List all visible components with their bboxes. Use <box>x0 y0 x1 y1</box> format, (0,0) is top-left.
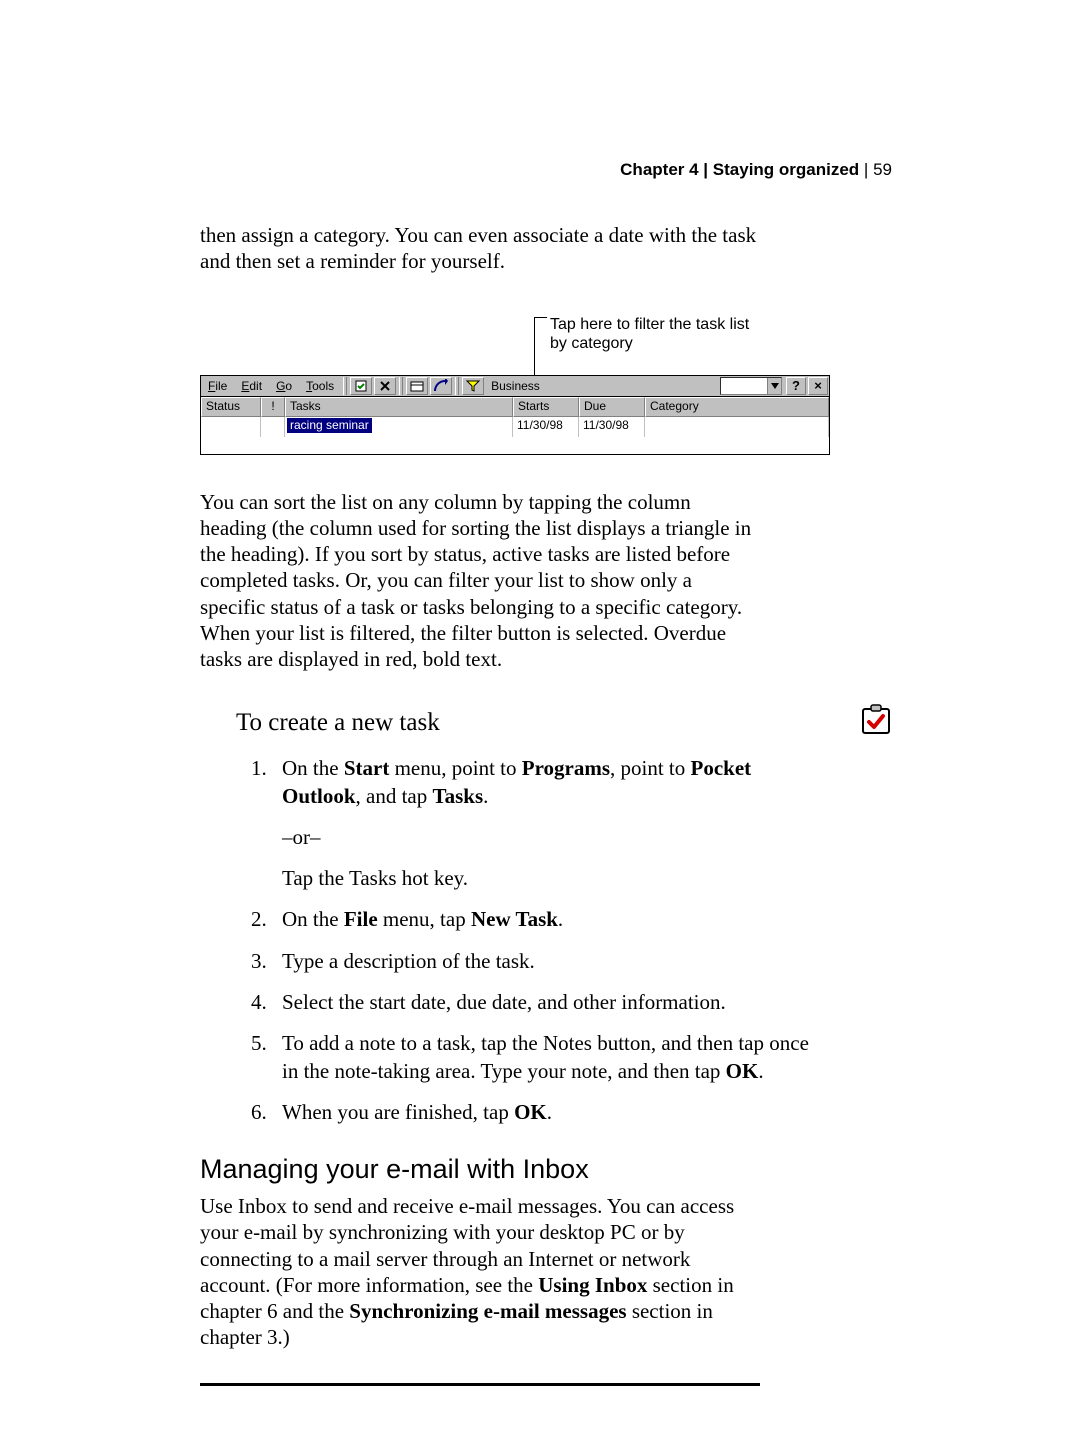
col-tasks[interactable]: Tasks <box>285 397 513 417</box>
toolbar-separator <box>399 377 403 395</box>
help-button[interactable]: ? <box>786 377 806 395</box>
callout-leader-line <box>534 317 547 382</box>
col-starts[interactable]: Starts <box>513 397 579 417</box>
toolbar-spacer <box>546 376 717 396</box>
step-2: On the File menu, tap New Task. <box>272 906 827 933</box>
procedure-steps: On the Start menu, point to Programs, po… <box>200 755 827 1126</box>
step-4: Select the start date, due date, and oth… <box>272 989 827 1016</box>
step-1-alt: Tap the Tasks hot key. <box>282 865 827 892</box>
procedure-heading-row: To create a new task <box>200 704 892 741</box>
step-3: Type a description of the task. <box>272 948 827 975</box>
section-heading-inbox: Managing your e-mail with Inbox <box>200 1154 892 1185</box>
page: Chapter 4 | Staying organized | 59 then … <box>0 0 1080 1436</box>
category-dropdown[interactable] <box>720 377 782 395</box>
toolbar-separator <box>455 377 459 395</box>
inbox-paragraph: Use Inbox to send and receive e-mail mes… <box>200 1193 760 1351</box>
selected-task-text: racing seminar <box>287 418 372 433</box>
cell-task: racing seminar <box>285 417 513 437</box>
col-status[interactable]: Status <box>201 397 261 417</box>
screenshot-figure: Tap here to filter the task list by cate… <box>200 309 892 449</box>
new-task-icon[interactable] <box>350 377 372 395</box>
send-icon[interactable] <box>430 377 452 395</box>
running-head: Chapter 4 | Staying organized | 59 <box>200 160 892 180</box>
menu-tools[interactable]: ToolsTools <box>299 376 341 396</box>
step-1: On the Start menu, point to Programs, po… <box>272 755 827 892</box>
cell-due: 11/30/98 <box>579 417 645 437</box>
delete-icon[interactable] <box>374 377 396 395</box>
chapter-title: Staying organized <box>713 160 859 179</box>
cell-category <box>645 417 829 437</box>
col-due[interactable]: Due <box>579 397 645 417</box>
menu-go[interactable]: GoGo <box>269 376 299 396</box>
sort-paragraph: You can sort the list on any column by t… <box>200 489 760 673</box>
toolbar: FFileile EditEdit GoGo ToolsTools <box>200 375 830 397</box>
table-row[interactable]: racing seminar 11/30/98 11/30/98 <box>200 417 830 437</box>
cell-starts: 11/30/98 <box>513 417 579 437</box>
filter-category-label: Business <box>485 376 546 396</box>
column-headers: Status ! Tasks Starts Due Category <box>200 397 830 417</box>
toolbar-separator <box>343 377 347 395</box>
blank-row <box>200 437 830 455</box>
tasks-icon <box>860 704 892 741</box>
chevron-down-icon <box>767 378 781 394</box>
edit-icon[interactable] <box>406 377 428 395</box>
intro-paragraph: then assign a category. You can even ass… <box>200 222 760 275</box>
col-priority[interactable]: ! <box>261 397 285 417</box>
step-5: To add a note to a task, tap the Notes b… <box>272 1030 827 1085</box>
step-6: When you are finished, tap OK. <box>272 1099 827 1126</box>
cell-priority <box>261 417 285 437</box>
page-number: 59 <box>873 160 892 179</box>
header-sep-1: | <box>699 160 713 179</box>
menu-file[interactable]: FFileile <box>201 376 234 396</box>
menu-edit[interactable]: EditEdit <box>234 376 269 396</box>
cell-status <box>201 417 261 437</box>
col-category[interactable]: Category <box>645 397 829 417</box>
tasks-app-screenshot: FFileile EditEdit GoGo ToolsTools <box>200 375 830 455</box>
callout-text: Tap here to filter the task list by cate… <box>550 315 770 353</box>
header-sep-2: | <box>859 160 873 179</box>
close-button[interactable]: × <box>808 377 828 395</box>
footer-rule <box>200 1383 760 1386</box>
step-1-or: –or– <box>282 824 827 851</box>
chapter-label: Chapter 4 <box>620 160 698 179</box>
filter-icon[interactable] <box>462 377 484 395</box>
procedure-heading: To create a new task <box>236 709 440 737</box>
